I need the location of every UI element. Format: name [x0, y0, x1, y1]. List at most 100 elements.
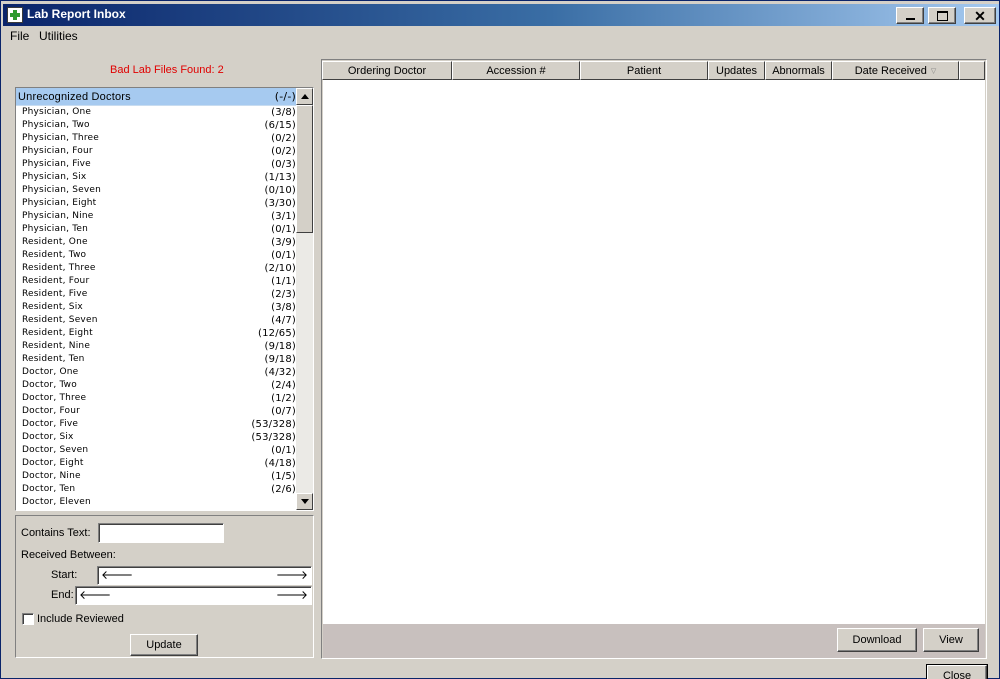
- doctor-count: (-/-): [274, 90, 296, 103]
- list-item[interactable]: Doctor, Four (0/7): [16, 405, 297, 418]
- list-item[interactable]: Doctor, Eight (4/18): [16, 457, 297, 470]
- arrow-left-icon[interactable]: 🡐: [101, 568, 133, 582]
- doctor-name: Physician, Ten: [22, 224, 89, 234]
- list-item[interactable]: Physician, Six (1/13): [16, 171, 297, 184]
- results-grid-body[interactable]: [323, 80, 985, 624]
- arrow-left-icon[interactable]: 🡐: [79, 588, 111, 602]
- doctor-name: Resident, Four: [22, 276, 90, 286]
- list-item[interactable]: Resident, Ten (9/18): [16, 353, 297, 366]
- title-bar[interactable]: Lab Report Inbox ✕: [3, 4, 999, 26]
- list-item[interactable]: Resident, Six (3/8): [16, 301, 297, 314]
- maximize-button[interactable]: [928, 7, 956, 24]
- list-item[interactable]: Doctor, Two (2/4): [16, 379, 297, 392]
- column-filler: [959, 61, 985, 80]
- column-updates[interactable]: Updates: [708, 61, 765, 80]
- list-item[interactable]: Doctor, Seven (0/1): [16, 444, 297, 457]
- doctor-name: Doctor, Four: [22, 406, 81, 416]
- list-item[interactable]: Physician, Ten (0/1): [16, 223, 297, 236]
- bad-lab-files-link[interactable]: Bad Lab Files Found: 2: [110, 64, 224, 76]
- doctor-name: Doctor, Six: [22, 432, 74, 442]
- close-window-button[interactable]: ✕: [964, 7, 996, 24]
- end-label: End:: [51, 589, 74, 601]
- doctor-count: (2/6): [271, 484, 296, 495]
- start-date-field[interactable]: 🡐 🡒: [97, 566, 312, 585]
- list-item[interactable]: Doctor, Nine (1/5): [16, 470, 297, 483]
- list-item[interactable]: Physician, Three (0/2): [16, 132, 297, 145]
- include-reviewed-checkbox[interactable]: [22, 613, 34, 625]
- doctor-count: (1/13): [264, 172, 296, 183]
- list-item[interactable]: Doctor, One (4/32): [16, 366, 297, 379]
- list-item[interactable]: Doctor, Ten (2/6): [16, 483, 297, 496]
- column-date-received[interactable]: Date Received ▽: [832, 61, 959, 80]
- doctor-name: Resident, Two: [22, 250, 87, 260]
- contains-text-input[interactable]: [98, 523, 224, 543]
- doctor-name: Doctor, Seven: [22, 445, 89, 455]
- list-item[interactable]: Physician, Four (0/2): [16, 145, 297, 158]
- download-button[interactable]: Download: [837, 628, 917, 652]
- menu-file[interactable]: File: [10, 29, 29, 43]
- doctor-name: Doctor, One: [22, 367, 79, 377]
- doctor-count: (4/7): [271, 315, 296, 326]
- doctor-name: Resident, Eight: [22, 328, 93, 338]
- doctor-name: Doctor, Two: [22, 380, 77, 390]
- received-between-label: Received Between:: [21, 549, 116, 561]
- column-abnormals[interactable]: Abnormals: [765, 61, 832, 80]
- list-item[interactable]: Resident, Seven (4/7): [16, 314, 297, 327]
- list-item[interactable]: Physician, Two (6/15): [16, 119, 297, 132]
- scroll-down-button[interactable]: [296, 493, 313, 510]
- doctor-count: (1/5): [271, 471, 296, 482]
- scroll-thumb[interactable]: [296, 105, 313, 233]
- list-item[interactable]: Doctor, Five (53/328): [16, 418, 297, 431]
- sort-desc-icon: ▽: [930, 67, 937, 75]
- start-label: Start:: [51, 569, 78, 581]
- doctor-list-scrollbar[interactable]: [296, 88, 313, 510]
- list-item[interactable]: Resident, One (3/9): [16, 236, 297, 249]
- doctor-name: Resident, Three: [22, 263, 96, 273]
- list-item[interactable]: Resident, Two (0/1): [16, 249, 297, 262]
- doctor-count: (0/1): [271, 250, 296, 261]
- list-item[interactable]: Physician, Seven (0/10): [16, 184, 297, 197]
- list-item[interactable]: Doctor, Three (1/2): [16, 392, 297, 405]
- doctor-name: Resident, One: [22, 237, 88, 247]
- view-button[interactable]: View: [923, 628, 979, 652]
- doctor-count: (2/4): [271, 380, 296, 391]
- update-button[interactable]: Update: [130, 634, 198, 656]
- doctor-name: Doctor, Nine: [22, 471, 81, 481]
- doctor-count: (3/8): [271, 302, 296, 313]
- column-patient[interactable]: Patient: [580, 61, 708, 80]
- doctor-count: (0/10): [264, 185, 296, 196]
- menu-bar: File Utilities: [3, 28, 999, 46]
- doctor-count: (0/2): [271, 133, 296, 144]
- doctor-list[interactable]: Unrecognized Doctors (-/-) Physician, On…: [15, 87, 314, 511]
- doctor-name: Resident, Seven: [22, 315, 98, 325]
- list-item[interactable]: Resident, Eight (12/65): [16, 327, 297, 340]
- doctor-name: Physician, Nine: [22, 211, 94, 221]
- doctor-count: (1/1): [271, 276, 296, 287]
- list-item[interactable]: Resident, Four (1/1): [16, 275, 297, 288]
- list-item[interactable]: Resident, Nine (9/18): [16, 340, 297, 353]
- minimize-button[interactable]: [896, 7, 924, 24]
- menu-utilities[interactable]: Utilities: [39, 29, 78, 43]
- list-item[interactable]: Physician, Five (0/3): [16, 158, 297, 171]
- arrow-right-icon[interactable]: 🡒: [276, 588, 308, 602]
- doctor-name: Resident, Nine: [22, 341, 91, 351]
- lab-report-inbox-window: Lab Report Inbox ✕ File Utilities Bad La…: [0, 0, 1000, 679]
- close-button[interactable]: Close: [926, 664, 988, 679]
- include-reviewed-label: Include Reviewed: [37, 613, 124, 625]
- list-item[interactable]: Doctor, Eleven: [16, 496, 297, 509]
- arrow-right-icon[interactable]: 🡒: [276, 568, 308, 582]
- end-date-field[interactable]: 🡐 🡒: [75, 586, 312, 605]
- doctor-name: Resident, Five: [22, 289, 88, 299]
- list-item[interactable]: Physician, Eight (3/30): [16, 197, 297, 210]
- list-item-unrecognized-doctors[interactable]: Unrecognized Doctors (-/-): [16, 88, 297, 106]
- doctor-name: Doctor, Ten: [22, 484, 76, 494]
- list-item[interactable]: Doctor, Six (53/328): [16, 431, 297, 444]
- list-item[interactable]: Physician, One (3/8): [16, 106, 297, 119]
- list-item[interactable]: Resident, Three (2/10): [16, 262, 297, 275]
- list-item[interactable]: Resident, Five (2/3): [16, 288, 297, 301]
- scroll-up-button[interactable]: [296, 88, 313, 105]
- doctor-name: Resident, Six: [22, 302, 83, 312]
- column-accession[interactable]: Accession #: [452, 61, 580, 80]
- list-item[interactable]: Physician, Nine (3/1): [16, 210, 297, 223]
- column-ordering-doctor[interactable]: Ordering Doctor: [322, 61, 452, 80]
